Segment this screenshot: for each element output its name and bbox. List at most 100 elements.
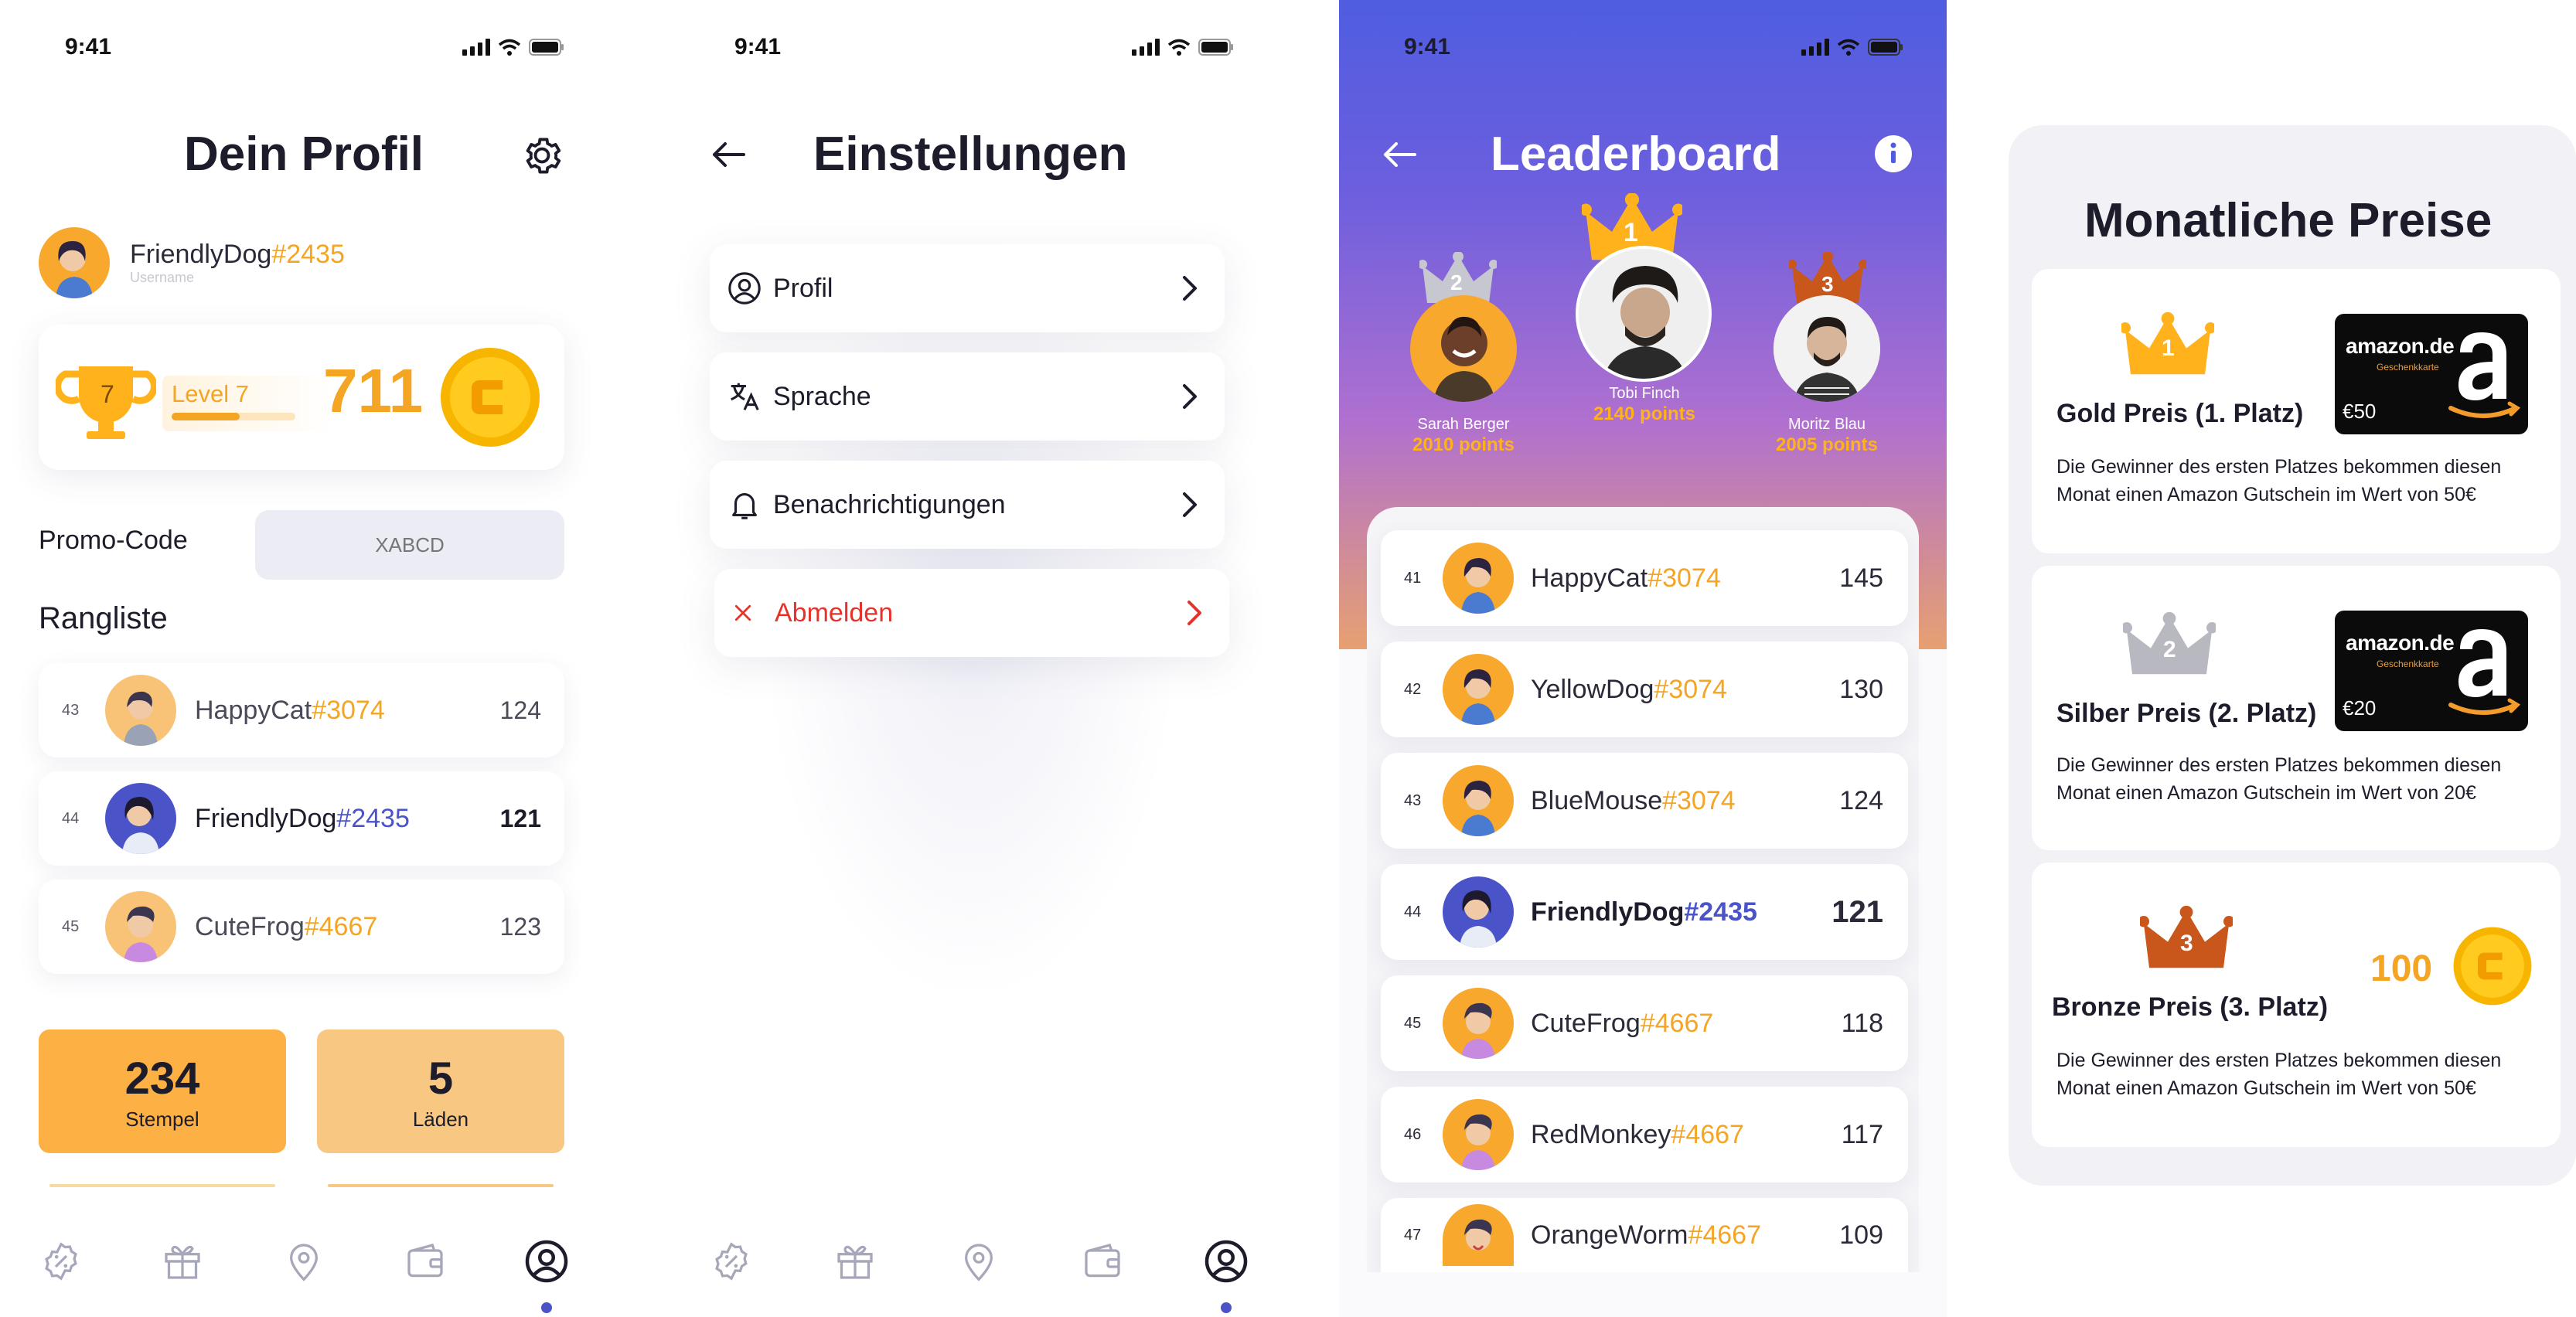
status-time: 9:41 <box>1404 34 1451 60</box>
gift-card-brand: amazon.de <box>2346 334 2455 358</box>
settings-item-profile[interactable]: Profil <box>710 244 1225 332</box>
person-avatar-icon <box>122 797 159 854</box>
stamps-label: Stempel <box>125 1108 199 1131</box>
ranking-row[interactable]: 45 CuteFrog#4667 123 <box>39 880 564 974</box>
user-row: FriendlyDog#2435 Username <box>39 223 564 303</box>
rank-score: 130 <box>1839 674 1883 704</box>
ranking-row[interactable]: 43 HappyCat#3074 124 <box>39 663 564 757</box>
settings-screen: 9:41 Einstellungen Profil Sprache Benach… <box>670 0 1288 1317</box>
rank-number: 44 <box>1404 903 1422 921</box>
tab-wallet[interactable] <box>398 1234 452 1288</box>
tab-wallet[interactable] <box>1075 1234 1130 1288</box>
rank-name: BlueMouse#3074 <box>1531 786 1839 816</box>
rank-name: HappyCat#3074 <box>195 696 500 726</box>
tab-bar <box>0 1206 608 1317</box>
settings-item-language[interactable]: Sprache <box>710 352 1225 441</box>
bell-icon <box>732 493 757 519</box>
coin-amount: 100 <box>2370 948 2433 989</box>
wifi-icon <box>1167 39 1191 56</box>
podium-avatar-3 <box>1774 295 1880 402</box>
page-title: Monatliche Preise <box>2084 194 2493 247</box>
leaderboard-row[interactable]: 45 CuteFrog#4667 118 <box>1381 975 1908 1071</box>
profile-screen: 9:41 Dein Profil FriendlyDog#2435 Userna… <box>0 0 608 1317</box>
tab-map[interactable] <box>952 1234 1006 1288</box>
person-avatar-icon <box>1460 890 1497 948</box>
person-avatar-icon <box>1461 558 1495 614</box>
status-time: 9:41 <box>734 34 782 60</box>
back-arrow-icon[interactable] <box>1381 139 1418 170</box>
person-avatar-icon <box>1461 1114 1495 1170</box>
person-avatar-icon <box>124 691 158 746</box>
page-title: Dein Profil <box>184 128 424 181</box>
leaderboard-row[interactable]: 41 HappyCat#3074 145 <box>1381 530 1908 626</box>
rank-tag: #4667 <box>1688 1220 1761 1250</box>
leaderboard-row-current-user[interactable]: 44 FriendlyDog#2435 121 <box>1381 864 1908 960</box>
level-box: Level 7 <box>162 376 334 431</box>
tab-profile[interactable] <box>1199 1234 1253 1313</box>
promo-code-input[interactable] <box>255 510 564 580</box>
tab-offers[interactable] <box>34 1234 88 1288</box>
avatar <box>1443 654 1514 725</box>
gift-card-value: €20 <box>2343 696 2377 720</box>
person-avatar-icon <box>56 241 93 298</box>
prizes-screen: Monatliche Preise 1 Gold Preis (1. Platz… <box>2004 0 2576 1317</box>
back-arrow-icon[interactable] <box>710 139 747 170</box>
gift-icon <box>837 1245 873 1279</box>
leaderboard-row[interactable]: 47 OrangeWorm#4667 109 <box>1381 1198 1908 1272</box>
gear-icon[interactable] <box>520 133 564 178</box>
rank-name-text: YellowDog <box>1531 674 1654 704</box>
prize-place: 2 <box>2163 637 2176 662</box>
promo-label: Promo-Code <box>39 526 188 555</box>
settings-item-label: Benachrichtigungen <box>773 489 1006 519</box>
leaderboard-row[interactable]: 43 BlueMouse#3074 124 <box>1381 753 1908 849</box>
avatar <box>39 227 110 298</box>
tab-map[interactable] <box>277 1234 331 1288</box>
rank-number: 43 <box>1404 791 1422 809</box>
chevron-right-icon <box>1183 276 1197 301</box>
list-fade <box>1339 1272 1947 1317</box>
tab-gifts[interactable] <box>155 1234 210 1288</box>
rank-name-text: FriendlyDog <box>1531 897 1685 927</box>
rank-number: 44 <box>62 809 80 827</box>
rank-tag: #2435 <box>336 803 410 833</box>
active-tab-indicator <box>1221 1302 1232 1313</box>
rank-name: YellowDog#3074 <box>1531 675 1839 705</box>
battery-icon <box>1868 39 1903 56</box>
avatar <box>105 675 176 746</box>
leaderboard-row[interactable]: 46 RedMonkey#4667 117 <box>1381 1087 1908 1183</box>
username-caption: Username <box>130 270 195 285</box>
username-name: FriendlyDog <box>130 240 272 269</box>
tab-offers[interactable] <box>704 1234 758 1288</box>
info-icon[interactable] <box>1874 134 1913 173</box>
stamps-count: 234 <box>124 1053 200 1104</box>
person-avatar-icon <box>1461 1002 1495 1059</box>
prize-description: Die Gewinner des ersten Platzes bekommen… <box>2056 754 2502 804</box>
rank-number: 41 <box>1404 569 1422 587</box>
person-photo-icon <box>1774 295 1880 402</box>
discount-badge-icon <box>44 1242 77 1281</box>
status-icons <box>1801 39 1903 56</box>
signal-icon <box>1132 39 1160 56</box>
settings-item-notifications[interactable]: Benachrichtigungen <box>710 461 1225 549</box>
rank-name-text: CuteFrog <box>1531 1008 1641 1038</box>
leaderboard-screen: 9:41 Leaderboard 2 Sarah Berger 2010 poi… <box>1339 0 1947 1317</box>
avatar <box>1443 1204 1514 1266</box>
rank-tag: #4667 <box>1671 1119 1744 1149</box>
tab-gifts[interactable] <box>828 1234 882 1288</box>
rank-name: CuteFrog#4667 <box>1531 1009 1842 1039</box>
rank-number: 42 <box>1404 680 1422 698</box>
active-tab-indicator <box>541 1302 553 1313</box>
tab-profile[interactable] <box>520 1234 574 1313</box>
battery-icon <box>529 39 564 56</box>
chevron-right-icon <box>1183 492 1197 517</box>
rank-name: OrangeWorm#4667 <box>1531 1220 1839 1251</box>
stamps-stat-card[interactable]: 234 Stempel <box>39 1029 286 1153</box>
avatar <box>1443 988 1514 1059</box>
card-edge <box>328 1184 554 1187</box>
stores-stat-card[interactable]: 5 Läden <box>317 1029 564 1153</box>
rank-name-text: HappyCat <box>1531 563 1648 593</box>
level-badge: 7 <box>101 380 114 408</box>
leaderboard-row[interactable]: 42 YellowDog#3074 130 <box>1381 641 1908 737</box>
ranking-row-current-user[interactable]: 44 FriendlyDog#2435 121 <box>39 771 564 866</box>
logout-button[interactable]: Abmelden <box>714 569 1229 657</box>
